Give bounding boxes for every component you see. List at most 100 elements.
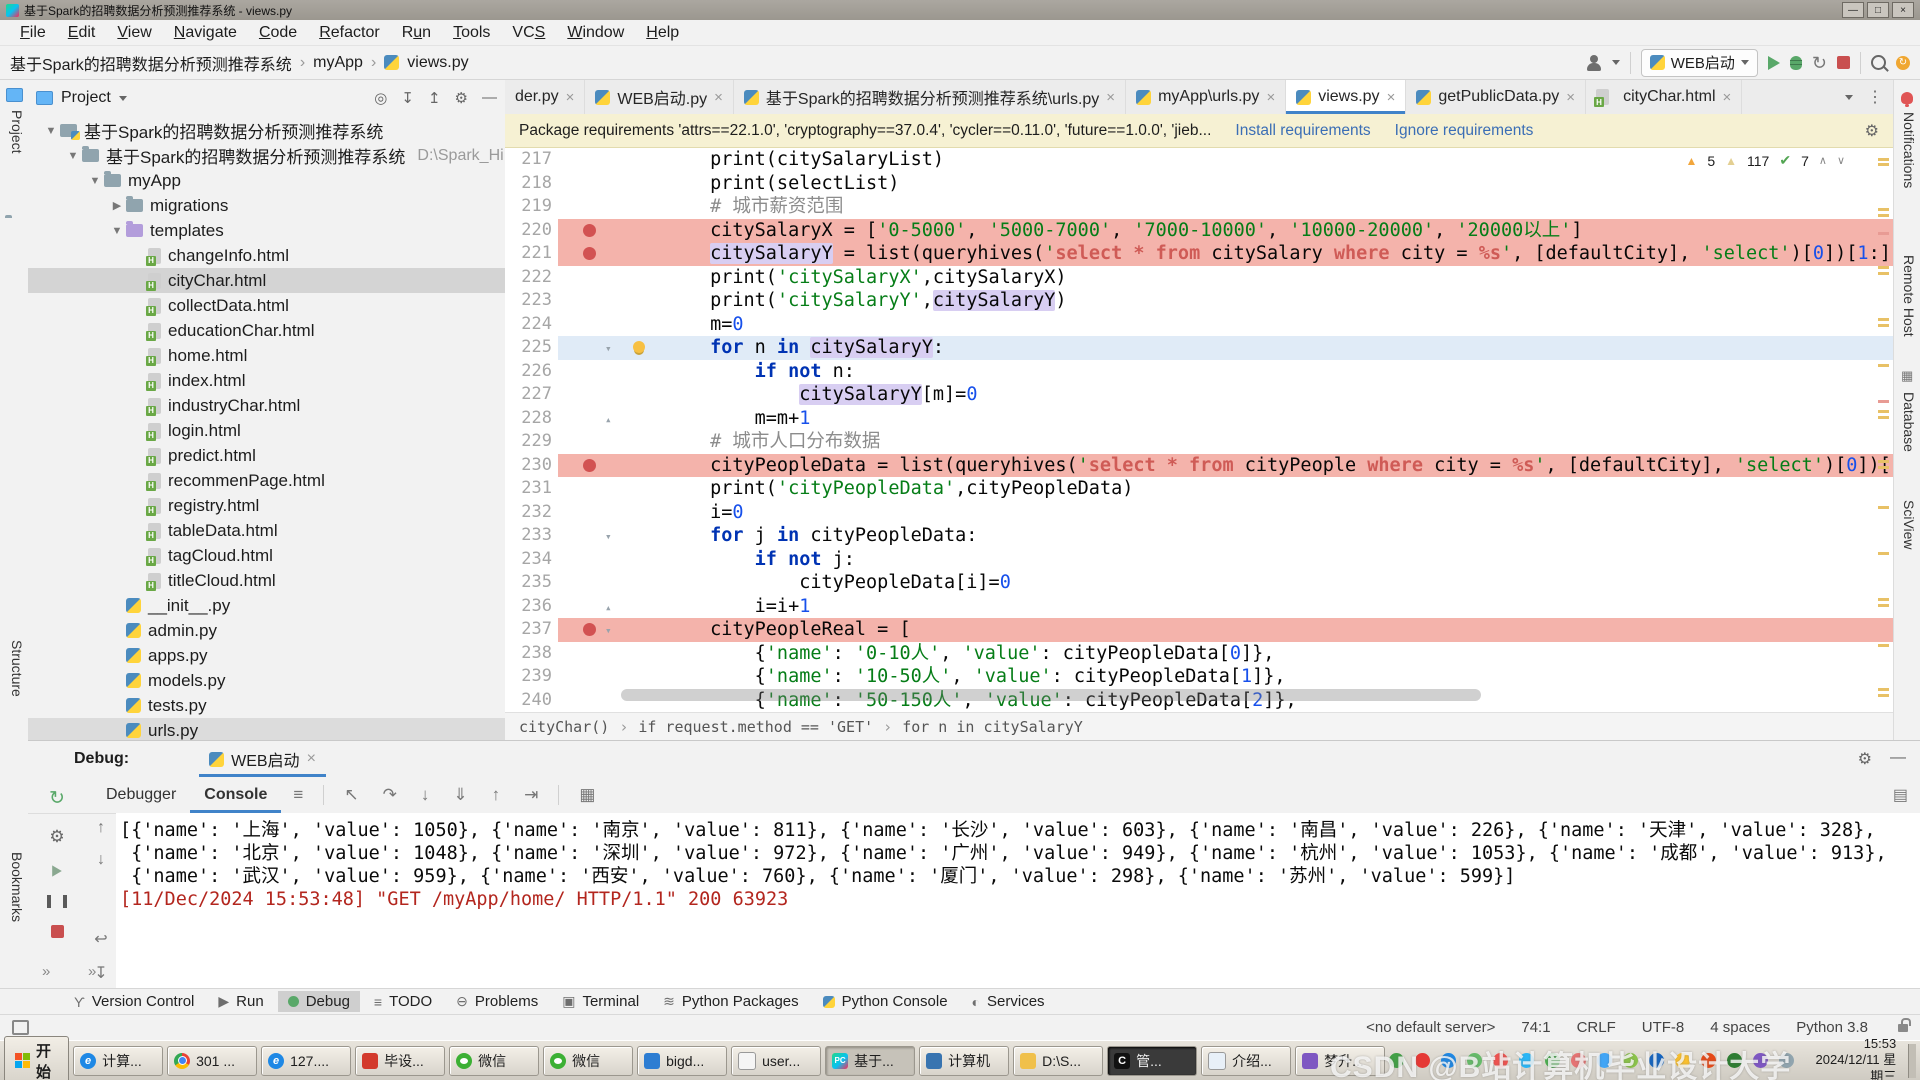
- tree-expand-icon[interactable]: ▼: [108, 225, 126, 237]
- breadcrumb-item[interactable]: 基于Spark的招聘数据分析预测推荐系统: [10, 51, 292, 75]
- close-tab-icon[interactable]: ×: [1266, 89, 1275, 106]
- breadcrumb-item[interactable]: myApp: [313, 54, 363, 72]
- pause-program-icon[interactable]: [47, 895, 67, 908]
- taskbar-button-DS[interactable]: D:\S...: [1013, 1046, 1103, 1076]
- tool-window-button-remote-host[interactable]: Remote Host: [1901, 255, 1917, 337]
- tool-window-button-sciview[interactable]: SciView: [1901, 500, 1917, 550]
- fold-marker-icon[interactable]: ▾: [605, 525, 612, 549]
- tree-item-tagCloud.html[interactable]: tagCloud.html: [28, 543, 505, 568]
- taskbar-button-[interactable]: PC基于...: [825, 1046, 915, 1076]
- tree-item-tests.py[interactable]: tests.py: [28, 693, 505, 718]
- debug-tab-debugger[interactable]: Debugger: [92, 777, 190, 813]
- code-line-219[interactable]: 219 # 城市薪资范围: [505, 195, 1893, 219]
- minimize-button[interactable]: —: [1842, 2, 1864, 18]
- ignore-requirements-link[interactable]: Ignore requirements: [1395, 122, 1534, 140]
- menu-code[interactable]: Code: [249, 22, 307, 44]
- close-tab-icon[interactable]: ×: [1723, 89, 1732, 106]
- tool-window-button-problems[interactable]: ⊖Problems: [446, 991, 548, 1012]
- debug-settings-gear-icon[interactable]: ⚙: [1858, 749, 1872, 769]
- code-line-230[interactable]: 230 cityPeopleData = list(queryhives('se…: [505, 454, 1893, 478]
- run-to-cursor-icon[interactable]: ⇥: [524, 785, 538, 805]
- more-actions-chevron-icon[interactable]: »: [88, 963, 96, 980]
- close-button[interactable]: ×: [1892, 2, 1914, 18]
- tree-item-recommenPage.html[interactable]: recommenPage.html: [28, 468, 505, 493]
- code-line-237[interactable]: 237▾ cityPeopleReal = [: [505, 618, 1893, 642]
- taskbar-button-301[interactable]: 301 ...: [167, 1046, 257, 1076]
- tool-window-button-run[interactable]: ▶Run: [208, 991, 273, 1012]
- taskbar-button-[interactable]: 微信: [449, 1046, 539, 1076]
- menu-navigate[interactable]: Navigate: [164, 22, 247, 44]
- status-item[interactable]: 4 spaces: [1710, 1019, 1770, 1036]
- close-icon[interactable]: ×: [307, 750, 316, 768]
- code-line-235[interactable]: 235 cityPeopleData[i]=0: [505, 571, 1893, 595]
- menu-run[interactable]: Run: [392, 22, 441, 44]
- taskbar-button-127[interactable]: e127....: [261, 1046, 351, 1076]
- up-stack-trace-icon[interactable]: ↑: [97, 819, 105, 837]
- tree-item-collectData.html[interactable]: collectData.html: [28, 293, 505, 318]
- tree-item-home.html[interactable]: home.html: [28, 343, 505, 368]
- code-editor[interactable]: 217 print(citySalaryList)218 print(selec…: [505, 148, 1893, 712]
- breakpoint-icon[interactable]: [583, 224, 596, 237]
- tree-item-changeInfo.html[interactable]: changeInfo.html: [28, 243, 505, 268]
- menu-vcs[interactable]: VCS: [502, 22, 555, 44]
- tree-item-industryChar.html[interactable]: industryChar.html: [28, 393, 505, 418]
- down-stack-trace-icon[interactable]: ↓: [97, 851, 105, 869]
- tree-item-registry.html[interactable]: registry.html: [28, 493, 505, 518]
- chevron-down-icon[interactable]: [119, 96, 127, 101]
- tree-item-__init__.py[interactable]: __init__.py: [28, 593, 505, 618]
- tool-window-button-terminal[interactable]: ▣Terminal: [552, 991, 649, 1012]
- close-tab-icon[interactable]: ×: [566, 89, 575, 106]
- code-line-221[interactable]: 221 citySalaryY = list(queryhives('selec…: [505, 242, 1893, 266]
- tool-window-button-services[interactable]: ◐Services: [962, 991, 1055, 1012]
- close-tab-icon[interactable]: ×: [1387, 89, 1396, 106]
- tray-icon[interactable]: [1779, 1053, 1794, 1068]
- code-line-232[interactable]: 232 i=0: [505, 501, 1893, 525]
- code-line-220[interactable]: 220 citySalaryX = ['0-5000', '5000-7000'…: [505, 219, 1893, 243]
- settings-menu-icon[interactable]: ≡: [293, 785, 303, 805]
- tree-expand-icon[interactable]: ▼: [42, 125, 60, 137]
- tree-item-models.py[interactable]: models.py: [28, 668, 505, 693]
- tree-item-titleCloud.html[interactable]: titleCloud.html: [28, 568, 505, 593]
- breadcrumb-item[interactable]: views.py: [407, 54, 468, 72]
- hide-debug-panel-icon[interactable]: —: [1890, 749, 1906, 769]
- taskbar-button-[interactable]: 介绍...: [1201, 1046, 1291, 1076]
- force-step-into-icon[interactable]: ⇓: [453, 785, 467, 805]
- rerun-button[interactable]: ↻: [1812, 54, 1827, 72]
- editor-tab-myApp-urls.py[interactable]: myApp\urls.py×: [1126, 80, 1286, 114]
- project-panel-title[interactable]: Project: [61, 89, 111, 107]
- fold-marker-icon[interactable]: ▾: [605, 619, 612, 643]
- tool-window-button-todo[interactable]: ≡TODO: [364, 991, 442, 1012]
- step-out-icon[interactable]: ↑: [492, 785, 501, 805]
- tree-expand-icon[interactable]: ▼: [64, 150, 82, 162]
- tool-window-button-structure[interactable]: Structure: [9, 640, 25, 697]
- code-line-231[interactable]: 231 print('cityPeopleData',cityPeopleDat…: [505, 477, 1893, 501]
- code-line-228[interactable]: 228▴ m=m+1: [505, 407, 1893, 431]
- status-item[interactable]: Python 3.8: [1796, 1019, 1868, 1036]
- run-configuration-select[interactable]: WEB启动: [1641, 49, 1758, 77]
- code-line-225[interactable]: 225▾ for n in citySalaryY:: [505, 336, 1893, 360]
- run-button[interactable]: [1768, 56, 1780, 70]
- tree-item---Spark-------------[interactable]: ▼基于Spark的招聘数据分析预测推荐系统D:\Spark_Hi: [28, 143, 505, 168]
- tool-window-button-database[interactable]: Database: [1901, 392, 1917, 452]
- code-line-218[interactable]: 218 print(selectList): [505, 172, 1893, 196]
- menu-edit[interactable]: Edit: [58, 22, 106, 44]
- prev-problem-icon[interactable]: ∧: [1819, 154, 1827, 167]
- close-tab-icon[interactable]: ×: [714, 89, 723, 106]
- code-line-238[interactable]: 238 {'name': '0-10人', 'value': cityPeopl…: [505, 642, 1893, 666]
- code-line-233[interactable]: 233▾ for j in cityPeopleData:: [505, 524, 1893, 548]
- taskbar-button-user[interactable]: user...: [731, 1046, 821, 1076]
- tree-item-urls.py[interactable]: urls.py: [28, 718, 505, 740]
- fold-marker-icon[interactable]: ▴: [605, 408, 612, 432]
- menu-help[interactable]: Help: [636, 22, 689, 44]
- debug-console-output[interactable]: [{'name': '上海', 'value': 1050}, {'name':…: [116, 813, 1920, 989]
- tool-window-button-bookmarks[interactable]: Bookmarks: [9, 852, 25, 922]
- tool-window-button-debug[interactable]: Debug: [278, 991, 360, 1012]
- tool-window-button-python-console[interactable]: Python Console: [813, 991, 958, 1012]
- breakpoint-icon[interactable]: [583, 459, 596, 472]
- tray-icon[interactable]: [1727, 1053, 1742, 1068]
- tree-item-admin.py[interactable]: admin.py: [28, 618, 505, 643]
- step-over-icon[interactable]: ↷: [383, 785, 397, 805]
- code-line-223[interactable]: 223 print('citySalaryY',citySalaryY): [505, 289, 1893, 313]
- expand-all-icon[interactable]: ↧: [401, 89, 414, 107]
- taskbar-button-[interactable]: 毕设...: [355, 1046, 445, 1076]
